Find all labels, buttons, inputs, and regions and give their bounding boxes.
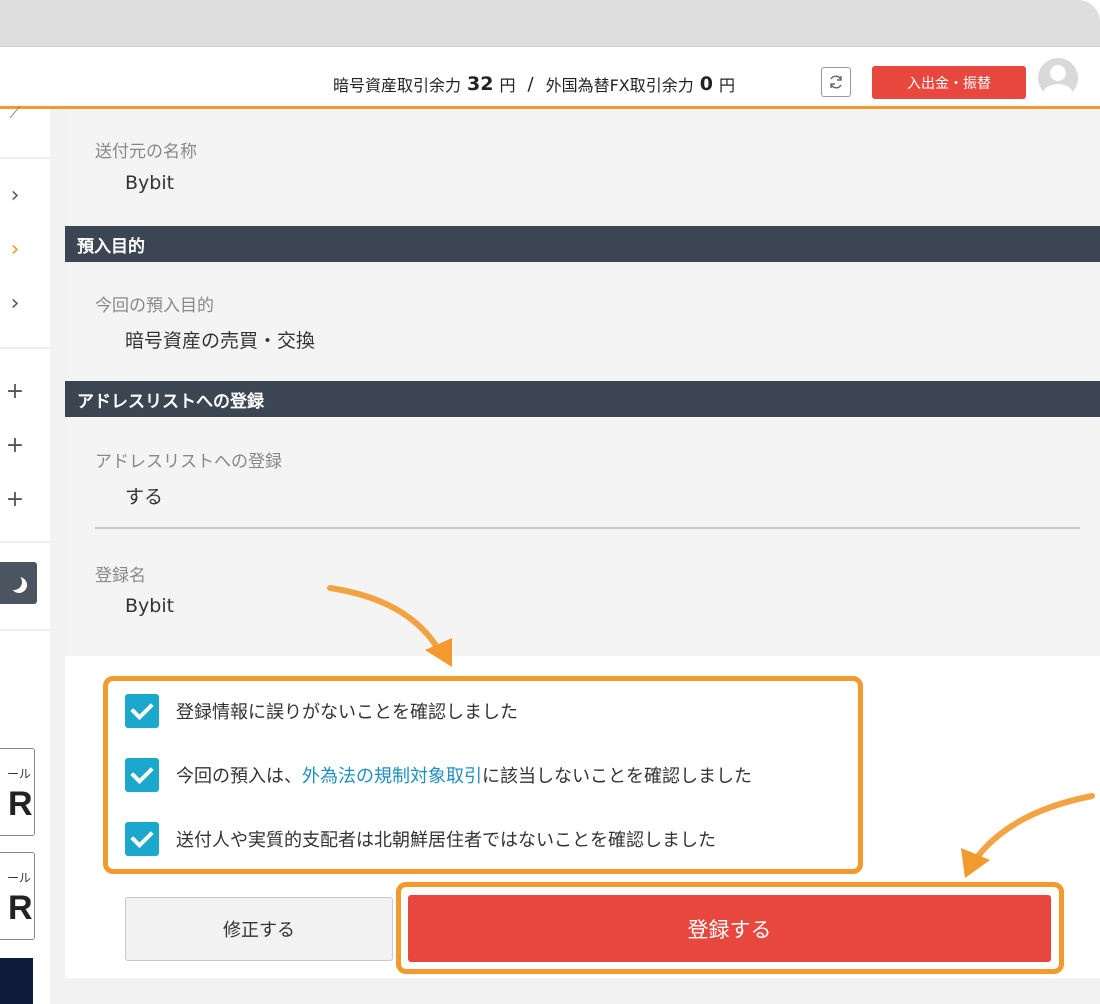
deposit-purpose-label: 今回の預入目的 bbox=[95, 296, 214, 316]
field-divider bbox=[95, 527, 1080, 529]
sidebar-divider bbox=[0, 541, 50, 543]
confirm-foreign-exchange-text-before: 今回の預入は、 bbox=[176, 766, 302, 787]
user-avatar[interactable] bbox=[1038, 58, 1078, 98]
banner-big-text: R bbox=[8, 889, 33, 927]
confirm-foreign-exchange-text: 今回の預入は、外為法の規制対象取引に該当しないことを確認しました bbox=[176, 762, 752, 788]
address-list-register-label: アドレスリストへの登録 bbox=[95, 452, 282, 472]
section-header-address-list: アドレスリストへの登録 bbox=[65, 381, 1100, 417]
chevron-right-icon[interactable]: › bbox=[0, 183, 30, 208]
crypto-balance-amount: 32 bbox=[467, 73, 494, 95]
registration-name-label: 登録名 bbox=[95, 566, 146, 586]
banner-small-text: ール bbox=[7, 871, 32, 885]
deposit-purpose-value: 暗号資産の売買・交換 bbox=[125, 330, 316, 352]
chevron-right-icon[interactable]: › bbox=[0, 291, 30, 316]
deposit-transfer-button[interactable]: 入出金・振替 bbox=[872, 66, 1026, 99]
sidebar-collapse-icon[interactable]: ⟋ bbox=[0, 103, 30, 123]
plus-icon[interactable]: + bbox=[0, 379, 30, 404]
confirm-foreign-exchange-text-after: に該当しないことを確認しました bbox=[482, 766, 752, 787]
browser-window: 暗号資産取引余力 32 円 / 外国為替FX取引余力 0 円 入出金・振替 ⟋ … bbox=[0, 0, 1100, 1004]
sidebar-divider bbox=[0, 157, 50, 159]
banner-small-text: ール bbox=[7, 767, 32, 781]
refresh-button[interactable] bbox=[821, 67, 851, 97]
sidebar-divider bbox=[0, 629, 50, 631]
sender-name-label: 送付元の名称 bbox=[95, 142, 197, 162]
crypto-balance-label: 暗号資産取引余力 bbox=[333, 76, 462, 95]
confirm-foreign-exchange-checkbox[interactable] bbox=[125, 758, 159, 792]
fx-balance-unit: 円 bbox=[718, 76, 735, 95]
confirm-not-north-korea-row[interactable]: 送付人や実質的支配者は北朝鮮居住者ではないことを確認しました bbox=[125, 821, 716, 857]
chevron-right-icon-active[interactable]: › bbox=[0, 237, 30, 262]
banner-big-text: R bbox=[8, 785, 33, 823]
crypto-balance-unit: 円 bbox=[499, 76, 516, 95]
confirm-foreign-exchange-row[interactable]: 今回の預入は、外為法の規制対象取引に該当しないことを確認しました bbox=[125, 757, 752, 793]
section-header-purpose: 預入目的 bbox=[65, 226, 1100, 262]
confirm-info-correct-text: 登録情報に誤りがないことを確認しました bbox=[176, 702, 518, 723]
balance-separator: / bbox=[527, 73, 534, 95]
plus-icon[interactable]: + bbox=[0, 433, 30, 458]
register-submit-button[interactable]: 登録する bbox=[408, 895, 1051, 962]
browser-titlebar bbox=[0, 0, 1100, 46]
fx-balance-amount: 0 bbox=[699, 73, 713, 95]
sidebar-dark-banner[interactable] bbox=[0, 958, 33, 1004]
confirm-info-correct-row[interactable]: 登録情報に誤りがないことを確認しました bbox=[125, 693, 518, 729]
edit-button[interactable]: 修正する bbox=[125, 897, 393, 961]
foreign-exchange-law-link[interactable]: 外為法の規制対象取引 bbox=[302, 766, 482, 787]
plus-icon[interactable]: + bbox=[0, 487, 30, 512]
confirm-not-north-korea-text: 送付人や実質的支配者は北朝鮮居住者ではないことを確認しました bbox=[176, 830, 716, 851]
address-list-register-value: する bbox=[125, 486, 164, 508]
refresh-icon bbox=[830, 75, 842, 89]
dark-mode-toggle-moon-icon[interactable] bbox=[0, 562, 37, 604]
confirm-info-correct-checkbox[interactable] bbox=[125, 694, 159, 728]
avatar-head-shape bbox=[1050, 65, 1066, 81]
sidebar-divider bbox=[0, 347, 50, 349]
sidebar-banner[interactable]: ール R bbox=[0, 852, 35, 940]
sender-name-value: Bybit bbox=[125, 172, 175, 194]
fx-balance-label: 外国為替FX取引余力 bbox=[545, 76, 694, 95]
registration-name-value: Bybit bbox=[125, 595, 175, 617]
confirm-not-north-korea-checkbox[interactable] bbox=[125, 822, 159, 856]
avatar-body-shape bbox=[1043, 84, 1073, 98]
sidebar-banner[interactable]: ール R bbox=[0, 748, 35, 836]
balance-summary: 暗号資産取引余力 32 円 / 外国為替FX取引余力 0 円 bbox=[333, 70, 735, 98]
